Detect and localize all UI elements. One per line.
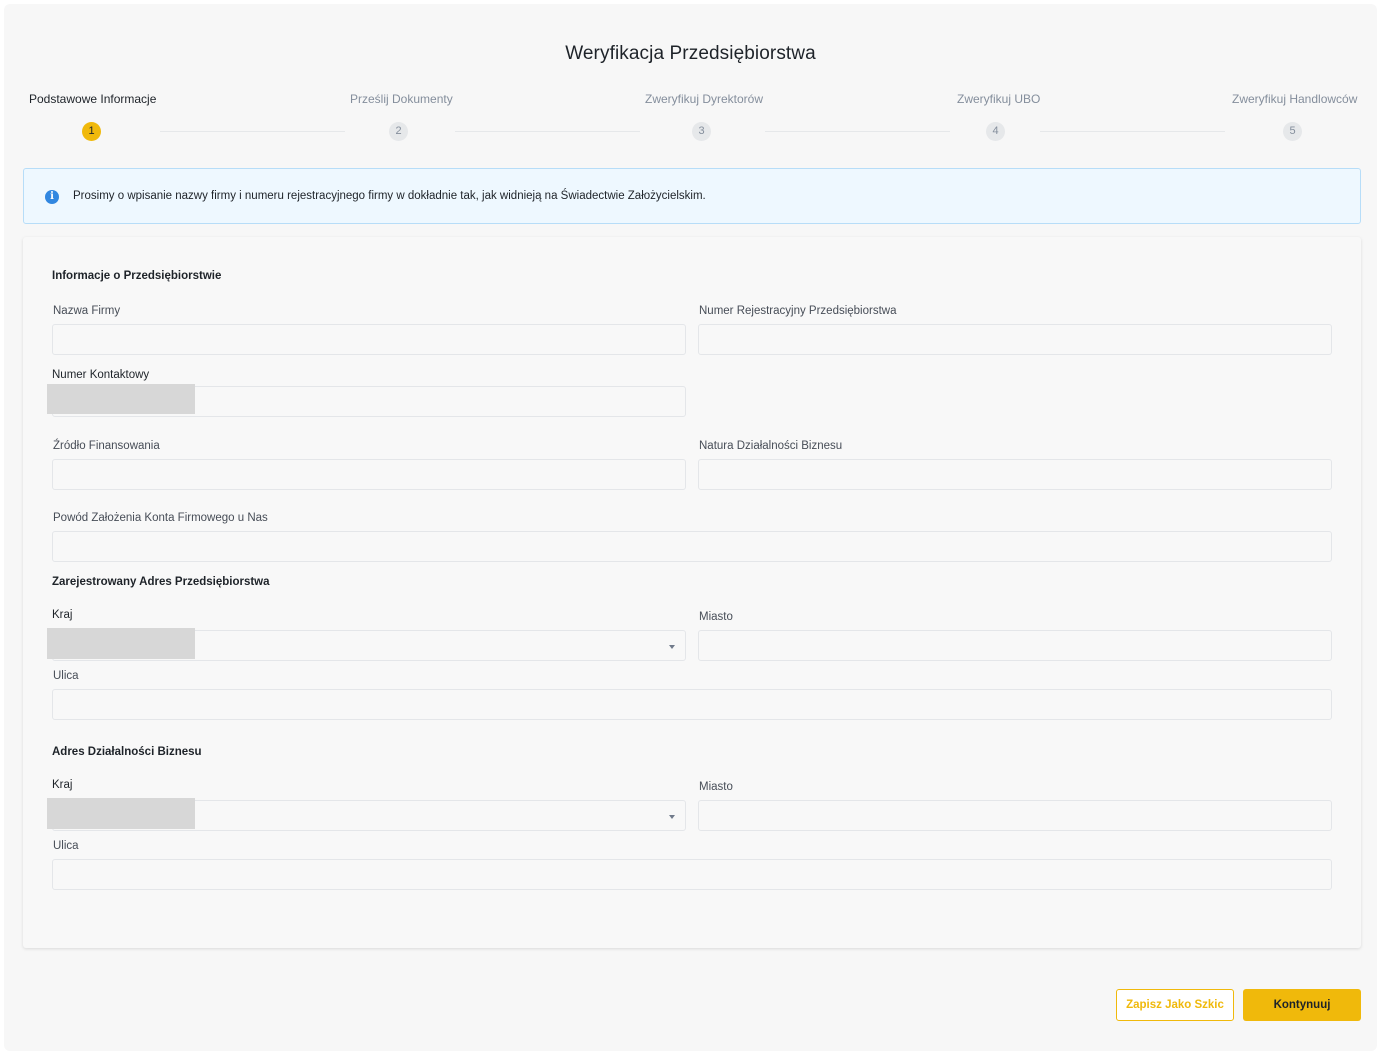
redacted-area [47, 798, 195, 829]
business-address-heading: Adres Działalności Biznesu [52, 746, 202, 758]
step-4-indicator[interactable]: 4 [986, 122, 1005, 141]
business-city-label: Miasto [699, 781, 733, 793]
info-icon: i [45, 190, 59, 204]
step-2-indicator[interactable]: 2 [389, 122, 408, 141]
funding-source-input[interactable] [52, 459, 686, 490]
registered-street-label: Ulica [53, 670, 79, 682]
business-street-label: Ulica [53, 840, 79, 852]
step-5-label[interactable]: Zweryfikuj Handlowców [1232, 92, 1357, 106]
step-4-label[interactable]: Zweryfikuj UBO [957, 92, 1040, 106]
business-nature-input[interactable] [698, 459, 1332, 490]
reg-number-input[interactable] [698, 324, 1332, 355]
registered-address-heading: Zarejestrowany Adres Przedsiębiorstwa [52, 576, 270, 588]
registered-city-label: Miasto [699, 611, 733, 623]
step-connector [160, 131, 345, 132]
account-reason-label: Powód Założenia Konta Firmowego u Nas [53, 512, 268, 524]
chevron-down-icon [669, 815, 675, 819]
step-1-indicator[interactable]: 1 [82, 122, 101, 141]
step-3-label[interactable]: Zweryfikuj Dyrektorów [645, 92, 763, 106]
continue-button[interactable]: Kontynuuj [1243, 989, 1361, 1021]
step-5-indicator[interactable]: 5 [1283, 122, 1302, 141]
company-info-heading: Informacje o Przedsiębiorstwie [52, 270, 222, 282]
redacted-area [47, 628, 195, 659]
company-name-label: Nazwa Firmy [53, 305, 121, 317]
step-1-label[interactable]: Podstawowe Informacje [29, 92, 156, 106]
page-title: Weryfikacja Przedsiębiorstwa [565, 43, 816, 64]
step-connector [765, 131, 950, 132]
step-connector [1040, 131, 1225, 132]
step-3-indicator[interactable]: 3 [692, 122, 711, 141]
registered-country-label: Kraj [52, 609, 73, 621]
company-name-input[interactable] [52, 324, 686, 355]
contact-number-label: Numer Kontaktowy [52, 369, 150, 381]
step-connector [455, 131, 640, 132]
business-street-input[interactable] [52, 859, 1332, 890]
step-2-label[interactable]: Prześlij Dokumenty [350, 92, 453, 106]
info-banner: i Prosimy o wpisanie nazwy firmy i numer… [23, 168, 1361, 224]
business-city-input[interactable] [698, 800, 1332, 831]
registered-street-input[interactable] [52, 689, 1332, 720]
info-banner-text: Prosimy o wpisanie nazwy firmy i numeru … [73, 190, 706, 202]
reg-number-label: Numer Rejestracyjny Przedsiębiorstwa [699, 305, 897, 317]
account-reason-input[interactable] [52, 531, 1332, 562]
redacted-area [47, 384, 195, 414]
business-nature-label: Natura Działalności Biznesu [699, 440, 843, 452]
save-draft-button[interactable]: Zapisz Jako Szkic [1116, 989, 1234, 1021]
chevron-down-icon [669, 645, 675, 649]
registered-city-input[interactable] [698, 630, 1332, 661]
funding-source-label: Źródło Finansowania [53, 440, 160, 452]
business-country-label: Kraj [52, 779, 73, 791]
